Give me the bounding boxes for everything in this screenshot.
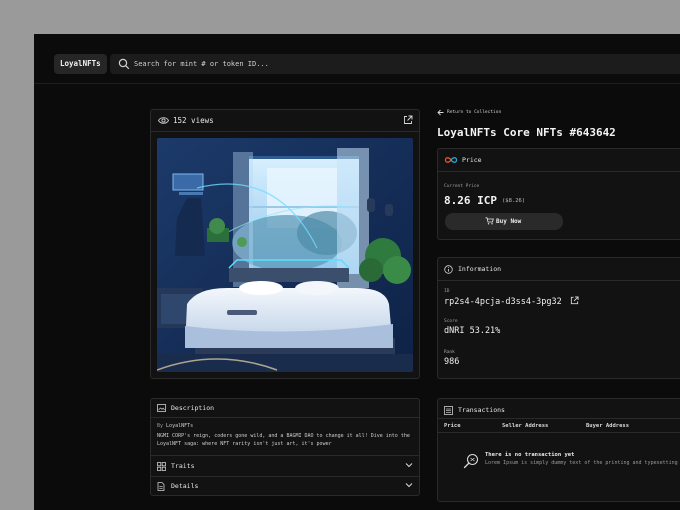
external-link-icon[interactable] xyxy=(570,296,579,305)
image-icon xyxy=(157,404,166,412)
empty-search-icon xyxy=(463,453,479,469)
transactions-header: Transactions xyxy=(438,401,680,419)
info-icon xyxy=(444,265,453,274)
details-heading: Details xyxy=(171,482,199,490)
divider xyxy=(438,280,680,281)
column-header: Seller Address xyxy=(502,423,549,429)
price-value: 8.26 ICP xyxy=(444,194,497,207)
nft-artwork xyxy=(157,138,413,372)
token-id-value: rp2s4-4pcja-d3ss4-3pg32 xyxy=(444,297,562,307)
creator-name[interactable]: LoyalNFTs xyxy=(166,423,193,429)
creator-line: By LoyalNFTs xyxy=(157,423,193,429)
information-heading: Information xyxy=(458,265,502,273)
transactions-heading: Transactions xyxy=(458,406,505,414)
score-label: Score xyxy=(444,319,458,324)
rank-value: 986 xyxy=(444,357,460,367)
cart-icon xyxy=(485,217,494,225)
description-header: Description xyxy=(151,399,419,417)
information-card: Information ID rp2s4-4pcja-d3ss4-3pg32 S… xyxy=(437,257,680,379)
id-label: ID xyxy=(444,289,450,294)
details-toggle[interactable]: Details xyxy=(151,477,419,495)
buy-now-label: Buy Now xyxy=(496,218,522,225)
divider xyxy=(151,455,419,456)
search-icon xyxy=(118,58,130,70)
divider xyxy=(438,418,680,419)
column-header: Buyer Address xyxy=(586,423,630,429)
infinity-icon xyxy=(444,157,458,163)
nft-title: LoyalNFTs Core NFTs #643642 xyxy=(437,126,616,139)
views-count: 152 views xyxy=(173,116,214,125)
description-heading: Description xyxy=(171,404,215,412)
price-heading: Price xyxy=(462,156,482,164)
logo-button[interactable]: LoyalNFTs xyxy=(54,54,107,74)
description-card: Description By LoyalNFTs NGMI CORP's rei… xyxy=(150,398,420,496)
column-header: Price xyxy=(444,423,461,429)
by-prefix: By xyxy=(157,423,164,429)
return-label: Return to Collection xyxy=(447,110,502,115)
current-price-label: Current Price xyxy=(444,184,480,189)
list-icon xyxy=(444,406,453,415)
return-link[interactable]: Return to Collection xyxy=(437,108,537,118)
divider xyxy=(438,432,680,433)
chevron-down-icon xyxy=(405,463,413,468)
divider xyxy=(438,171,680,172)
description-text: NGMI CORP's reign, coders gone wild, and… xyxy=(157,433,410,447)
score-value: dNRI 53.21% xyxy=(444,326,501,336)
token-id: rp2s4-4pcja-d3ss4-3pg32 xyxy=(444,296,579,307)
eye-icon xyxy=(158,117,169,124)
traits-toggle[interactable]: Traits xyxy=(151,457,419,475)
buy-now-button[interactable]: Buy Now xyxy=(445,213,563,230)
search-input[interactable] xyxy=(134,54,634,74)
empty-state-title: There is no transaction yet xyxy=(485,452,575,458)
search-bar[interactable] xyxy=(110,54,680,74)
divider xyxy=(151,417,419,418)
top-bar: LoyalNFTs xyxy=(34,34,680,84)
price-usd: ($8.26) xyxy=(502,198,526,204)
price-card: Price Current Price 8.26 ICP ($8.26) Buy… xyxy=(437,148,680,240)
document-icon xyxy=(157,482,165,491)
views-row: 152 views xyxy=(151,110,419,132)
price-header: Price xyxy=(438,151,680,169)
empty-state-subtitle: Lorem Ipsum is simply dummy text of the … xyxy=(485,460,678,466)
chevron-down-icon xyxy=(405,483,413,488)
app-window: LoyalNFTs 152 views xyxy=(34,34,680,510)
rank-label: Rank xyxy=(444,350,455,355)
traits-icon xyxy=(157,462,166,471)
arrow-left-icon xyxy=(437,109,444,116)
external-link-icon[interactable] xyxy=(403,115,413,125)
transactions-card: Transactions Price Seller Address Buyer … xyxy=(437,398,680,502)
traits-heading: Traits xyxy=(171,462,195,470)
information-header: Information xyxy=(438,260,680,278)
nft-image-card: 152 views xyxy=(150,109,420,379)
